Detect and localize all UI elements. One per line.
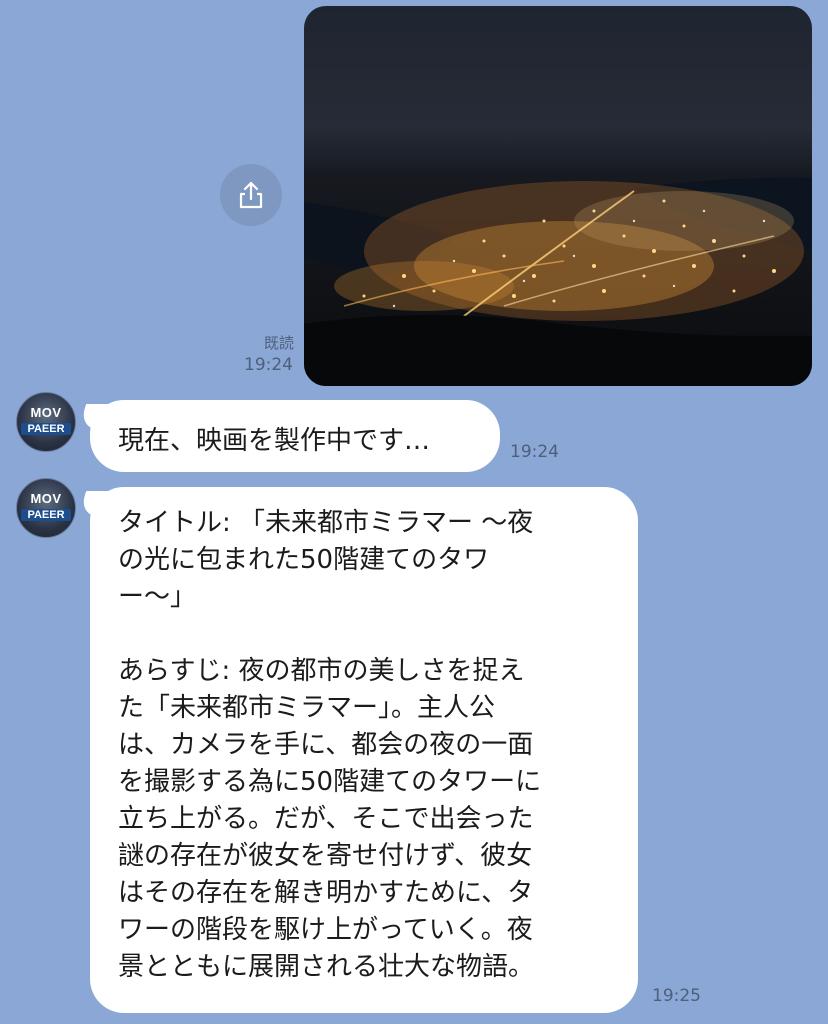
message-bubble[interactable]: 現在、映画を製作中です…: [77, 400, 500, 472]
outgoing-timestamp: 19:24: [244, 355, 293, 375]
sender-avatar[interactable]: MOV IIH PAEER: [16, 478, 76, 538]
bubble-tail: [77, 404, 113, 430]
read-receipt: 既読: [263, 334, 294, 352]
message-timestamp: 19:25: [652, 986, 701, 1006]
message-bubble[interactable]: タイトル: 「未来都市ミラマー ～夜 の光に包まれた50階建てのタワ ー～」 あ…: [77, 487, 638, 1013]
sent-photo[interactable]: [304, 6, 812, 386]
bubble-tail: [77, 491, 113, 517]
message-timestamp: 19:24: [510, 442, 559, 462]
share-upload-icon: [239, 181, 263, 209]
city-night-image: [304, 177, 812, 386]
avatar-text-bottom: PAEER: [21, 509, 71, 521]
sender-avatar[interactable]: MOV IIH PAEER: [16, 392, 76, 452]
avatar-text-bottom: PAEER: [21, 423, 71, 435]
message-text: 現在、映画を製作中です…: [118, 426, 431, 456]
share-button[interactable]: [220, 164, 282, 226]
message-text: タイトル: 「未来都市ミラマー ～夜 の光に包まれた50階建てのタワ ー～」 あ…: [118, 508, 542, 982]
